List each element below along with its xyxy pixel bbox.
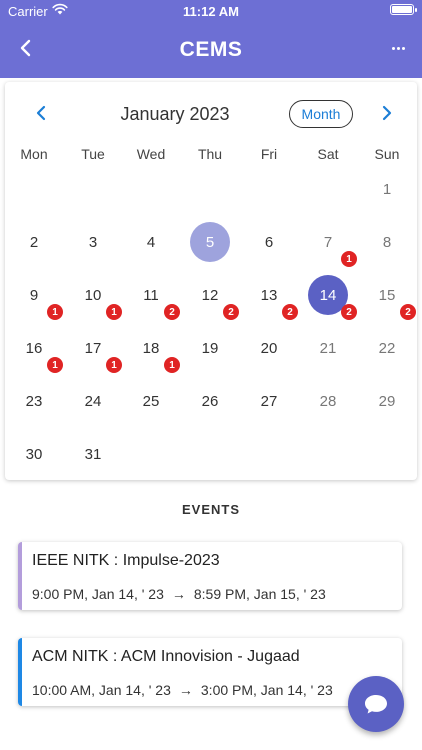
prev-month-icon[interactable]	[33, 104, 51, 122]
event-count-badge: 2	[223, 304, 239, 320]
calendar-day[interactable]: 30	[14, 434, 54, 474]
event-time-range: 10:00 AM, Jan 14, ' 23 → 3:00 PM, Jan 14, …	[32, 682, 333, 698]
weekday-label: Thu	[197, 146, 223, 162]
weekday-header: Mon Tue Wed Thu Fri Sat Sun	[5, 146, 417, 166]
calendar-card: January 2023 Month Mon Tue Wed Thu Fri Sat Sun…	[5, 82, 417, 480]
event-end: 8:59 PM, Jan 15, ' 23	[193, 586, 326, 602]
calendar-day[interactable]: 1	[367, 169, 407, 209]
calendar-day[interactable]: 3	[73, 222, 113, 262]
event-accent-bar	[18, 542, 22, 610]
event-count-badge: 2	[282, 304, 298, 320]
calendar-day[interactable]: 22	[367, 328, 407, 368]
event-accent-bar	[18, 638, 22, 706]
weekday-label: Fri	[260, 146, 278, 162]
calendar-day[interactable]: 29	[367, 381, 407, 421]
format-toggle-button[interactable]: Month	[289, 100, 353, 128]
calendar-day[interactable]: 25	[131, 381, 171, 421]
calendar-day[interactable]: 23	[14, 381, 54, 421]
calendar-day[interactable]: 4	[131, 222, 171, 262]
arrow-right-icon: →	[178, 682, 193, 698]
weekday-label: Wed	[136, 146, 166, 162]
calendar-day[interactable]: 27	[249, 381, 289, 421]
app-bar: Carrier 11:12 AM CEMS	[0, 0, 422, 78]
event-title: ACM NITK : ACM Innovision - Jugaad	[32, 648, 300, 665]
event-start: 10:00 AM, Jan 14, ' 23	[32, 682, 171, 698]
event-card[interactable]: ACM NITK : ACM Innovision - Jugaad 10:00…	[18, 638, 402, 706]
event-count-badge: 1	[341, 251, 357, 267]
calendar-day[interactable]: 21	[308, 328, 348, 368]
event-count-badge: 2	[164, 304, 180, 320]
calendar-day[interactable]: 2	[14, 222, 54, 262]
calendar-day[interactable]: 26	[190, 381, 230, 421]
calendar-day[interactable]: 24	[73, 381, 113, 421]
calendar-day[interactable]: 20	[249, 328, 289, 368]
calendar-day[interactable]: 19	[190, 328, 230, 368]
weekday-label: Sun	[374, 146, 400, 162]
weekday-label: Sat	[317, 146, 339, 162]
calendar-day[interactable]: 8	[367, 222, 407, 262]
weekday-label: Mon	[20, 146, 48, 162]
calendar-day[interactable]: 31	[73, 434, 113, 474]
page-title: CEMS	[179, 38, 243, 61]
month-label: January 2023	[120, 104, 230, 124]
event-count-badge: 1	[164, 357, 180, 373]
more-options-icon[interactable]	[386, 38, 410, 58]
calendar-day[interactable]: 28	[308, 381, 348, 421]
calendar-day[interactable]: 5	[190, 222, 230, 262]
event-count-badge: 1	[106, 357, 122, 373]
event-time-range: 9:00 PM, Jan 14, ' 23 → 8:59 PM, Jan 15, '…	[32, 586, 326, 602]
event-end: 3:00 PM, Jan 14, ' 23	[200, 682, 333, 698]
chat-bubble-icon	[365, 695, 387, 714]
event-count-badge: 2	[341, 304, 357, 320]
weekday-label: Tue	[81, 146, 105, 162]
events-heading: EVENTS	[181, 502, 240, 517]
chat-fab-button[interactable]	[348, 676, 404, 732]
status-time: 11:12 AM	[183, 4, 239, 19]
event-card[interactable]: IEEE NITK : Impulse-2023 9:00 PM, Jan 14…	[18, 542, 402, 610]
event-count-badge: 2	[400, 304, 416, 320]
status-bar: Carrier 11:12 AM	[0, 0, 422, 22]
arrow-right-icon: →	[171, 586, 186, 602]
event-title: IEEE NITK : Impulse-2023	[32, 552, 220, 569]
event-count-badge: 1	[106, 304, 122, 320]
next-month-icon[interactable]	[377, 104, 395, 122]
calendar-day[interactable]: 6	[249, 222, 289, 262]
event-count-badge: 1	[47, 357, 63, 373]
event-count-badge: 1	[47, 304, 63, 320]
event-start: 9:00 PM, Jan 14, ' 23	[32, 586, 164, 602]
battery-icon	[390, 4, 417, 15]
